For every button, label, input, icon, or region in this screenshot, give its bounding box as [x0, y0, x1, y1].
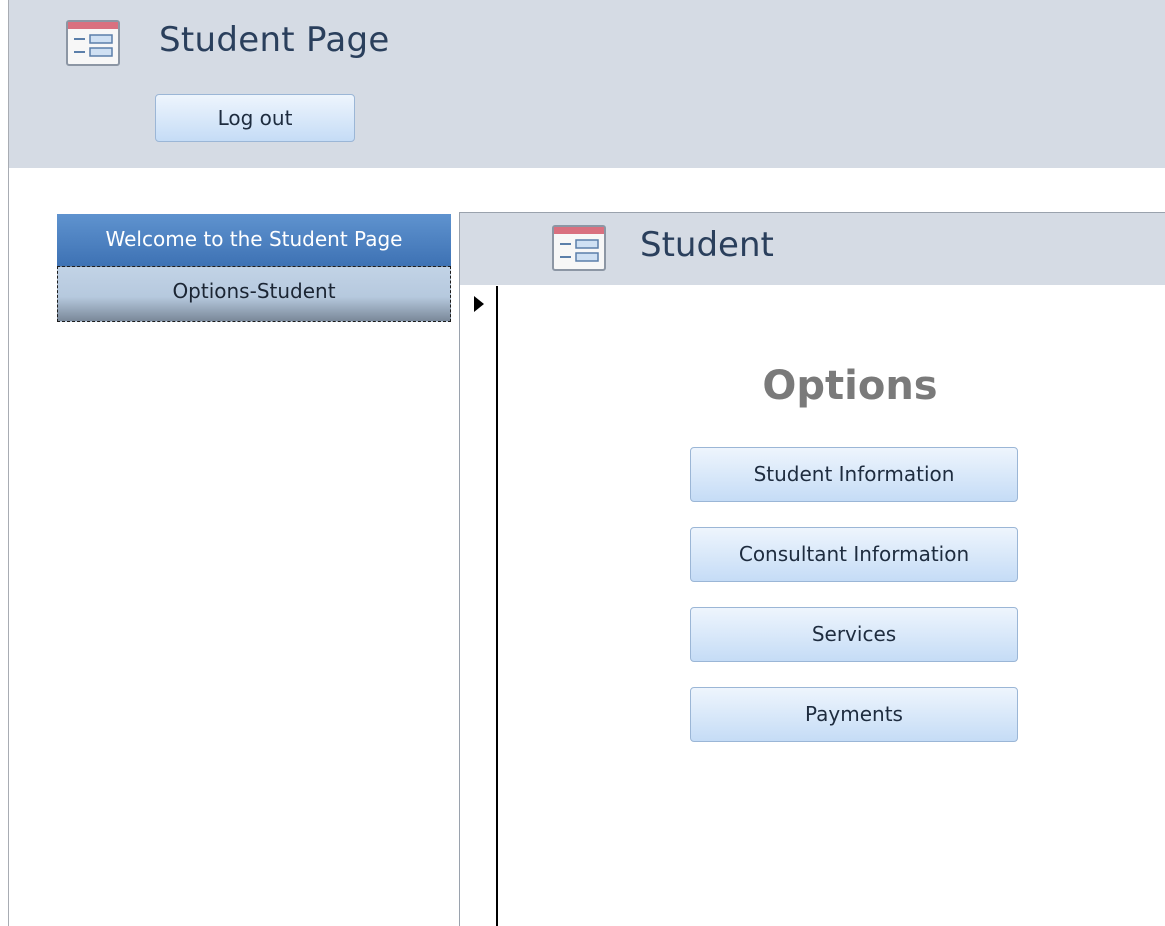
record-selector[interactable]	[462, 286, 498, 926]
student-page-window: Student Page Log out Welcome to the Stud…	[0, 0, 1165, 926]
navigation-header[interactable]: Welcome to the Student Page	[57, 214, 451, 266]
subform-title: Student	[640, 225, 774, 265]
page-title: Student Page	[159, 20, 390, 60]
logout-button[interactable]: Log out	[155, 94, 355, 142]
form-header: Student Page Log out	[9, 0, 1165, 168]
current-record-arrow-icon	[474, 296, 484, 312]
options-heading: Options	[762, 363, 938, 409]
form-icon	[550, 223, 608, 273]
services-button[interactable]: Services	[690, 607, 1018, 662]
student-subform: Student Options Student Information Cons…	[459, 212, 1165, 926]
consultant-information-button[interactable]: Consultant Information	[690, 527, 1018, 582]
payments-button[interactable]: Payments	[690, 687, 1018, 742]
student-information-button[interactable]: Student Information	[690, 447, 1018, 502]
nav-item-options-student[interactable]: Options-Student	[57, 266, 451, 322]
form-icon	[64, 18, 122, 68]
subform-header: Student	[460, 213, 1165, 285]
navigation-pane: Welcome to the Student Page Options-Stud…	[57, 214, 451, 322]
